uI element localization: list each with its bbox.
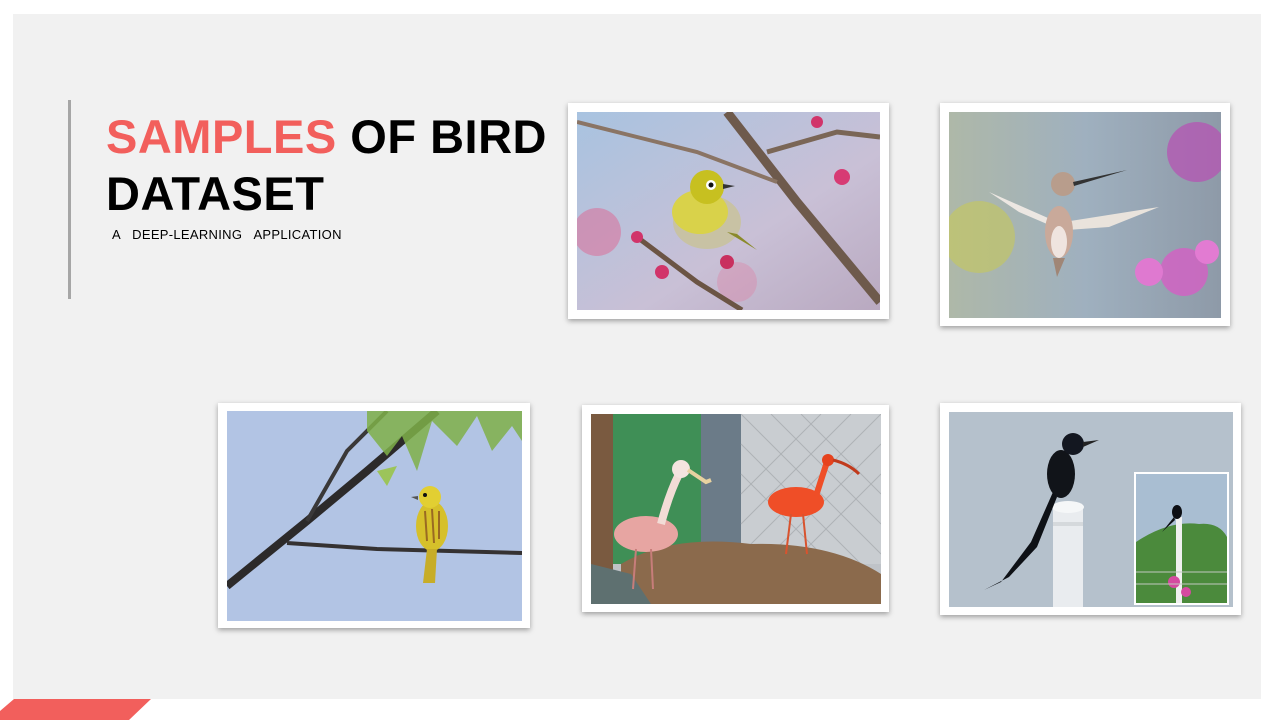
bird-photo-yellow-warbler — [218, 403, 530, 628]
title-highlight: SAMPLES — [106, 110, 337, 163]
white-eye-image — [577, 112, 880, 310]
spoonbill-ibis-image — [591, 414, 881, 604]
drongo-image — [949, 412, 1233, 607]
slide-title: SAMPLES OF BIRD DATASET — [106, 108, 576, 222]
title-accent-bar — [68, 100, 71, 299]
yellow-warbler-image — [227, 411, 522, 621]
hummingbird-image — [949, 112, 1221, 318]
slide-subtitle: A DEEP-LEARNING APPLICATION — [112, 227, 342, 242]
bird-photo-white-eye — [568, 103, 889, 319]
bird-photo-spoonbill-ibis — [582, 405, 889, 612]
corner-accent-stripe — [0, 699, 151, 720]
bird-photo-drongo — [940, 403, 1241, 615]
bird-photo-hummingbird — [940, 103, 1230, 326]
